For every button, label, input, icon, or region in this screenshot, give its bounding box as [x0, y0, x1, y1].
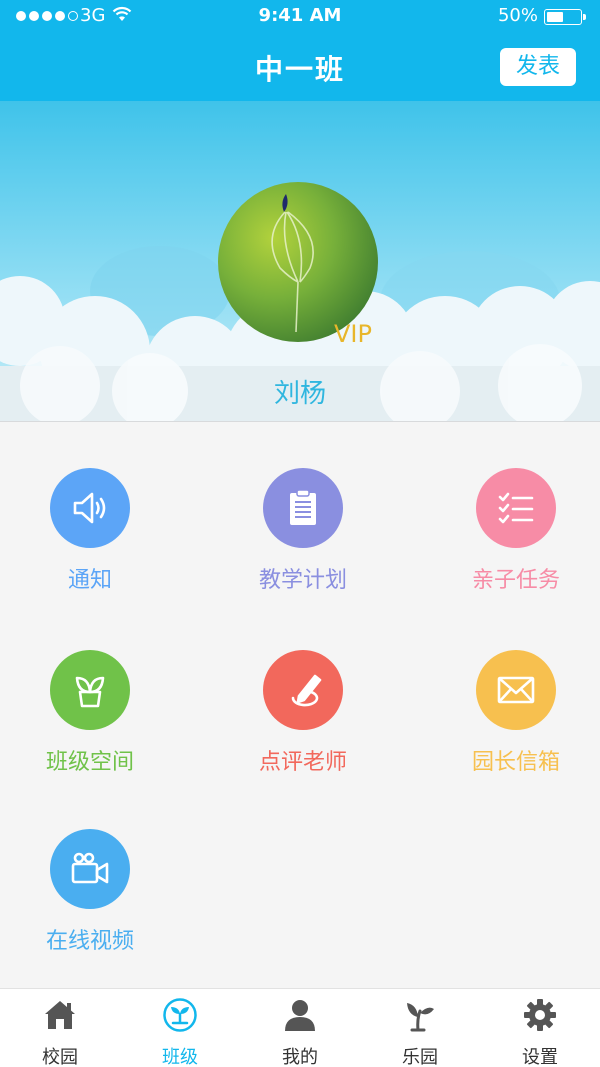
menu-item-class-space[interactable]: 班级空间 — [10, 650, 170, 776]
tab-settings[interactable]: 设置 — [480, 989, 600, 1067]
menu-item-teaching-plan[interactable]: 教学计划 — [223, 468, 383, 594]
vip-badge: VIP — [334, 320, 372, 348]
envelope-icon — [476, 650, 556, 730]
menu-item-notice[interactable]: 通知 — [10, 468, 170, 594]
speaker-icon — [50, 468, 130, 548]
tab-label: 班级 — [162, 1047, 198, 1067]
tab-label: 乐园 — [402, 1047, 438, 1067]
house-icon — [45, 1001, 75, 1029]
sprout-circle-icon — [163, 998, 197, 1032]
sprout-icon — [407, 1003, 434, 1032]
menu-item-label: 通知 — [67, 568, 112, 593]
menu-item-online-video[interactable]: 在线视频 — [10, 829, 170, 955]
person-icon — [285, 1000, 315, 1031]
menu-item-label: 园长信箱 — [471, 750, 560, 775]
post-button[interactable]: 发表 — [500, 48, 576, 86]
pencil-icon — [263, 650, 343, 730]
menu-item-review-teacher[interactable]: 点评老师 — [223, 650, 383, 776]
status-bar: 3G 9:41 AM 50% — [0, 0, 600, 32]
menu-item-label: 在线视频 — [45, 929, 134, 954]
menu-item-parent-child-task[interactable]: 亲子任务 — [436, 468, 596, 594]
menu-item-label: 教学计划 — [258, 568, 347, 593]
video-camera-icon — [50, 829, 130, 909]
checklist-icon — [476, 468, 556, 548]
profile-banner: VIP 刘杨 — [0, 101, 600, 422]
gear-icon — [524, 999, 556, 1031]
tab-class[interactable]: 班级 — [120, 989, 240, 1067]
clipboard-icon — [263, 468, 343, 548]
menu-item-label: 点评老师 — [258, 750, 347, 775]
menu-item-label: 亲子任务 — [471, 568, 560, 593]
battery-percentage: 50% — [497, 5, 538, 26]
user-name: 刘杨 — [273, 379, 326, 409]
menu-item-label: 班级空间 — [45, 750, 134, 775]
tab-label: 设置 — [522, 1047, 558, 1067]
tab-campus[interactable]: 校园 — [0, 989, 120, 1067]
tab-label: 校园 — [42, 1047, 78, 1067]
top-bar: 3G 9:41 AM 50% 中一班 发表 — [0, 0, 600, 101]
battery-icon — [544, 9, 586, 25]
menu-item-principal-mailbox[interactable]: 园长信箱 — [436, 650, 596, 776]
tab-label: 我的 — [282, 1047, 318, 1067]
tab-playground[interactable]: 乐园 — [360, 989, 480, 1067]
bottom-tab-bar: 校园 班级 我的 乐园 设置 — [0, 988, 600, 1067]
user-avatar[interactable] — [218, 182, 378, 342]
tab-mine[interactable]: 我的 — [240, 989, 360, 1067]
plant-pot-icon — [50, 650, 130, 730]
